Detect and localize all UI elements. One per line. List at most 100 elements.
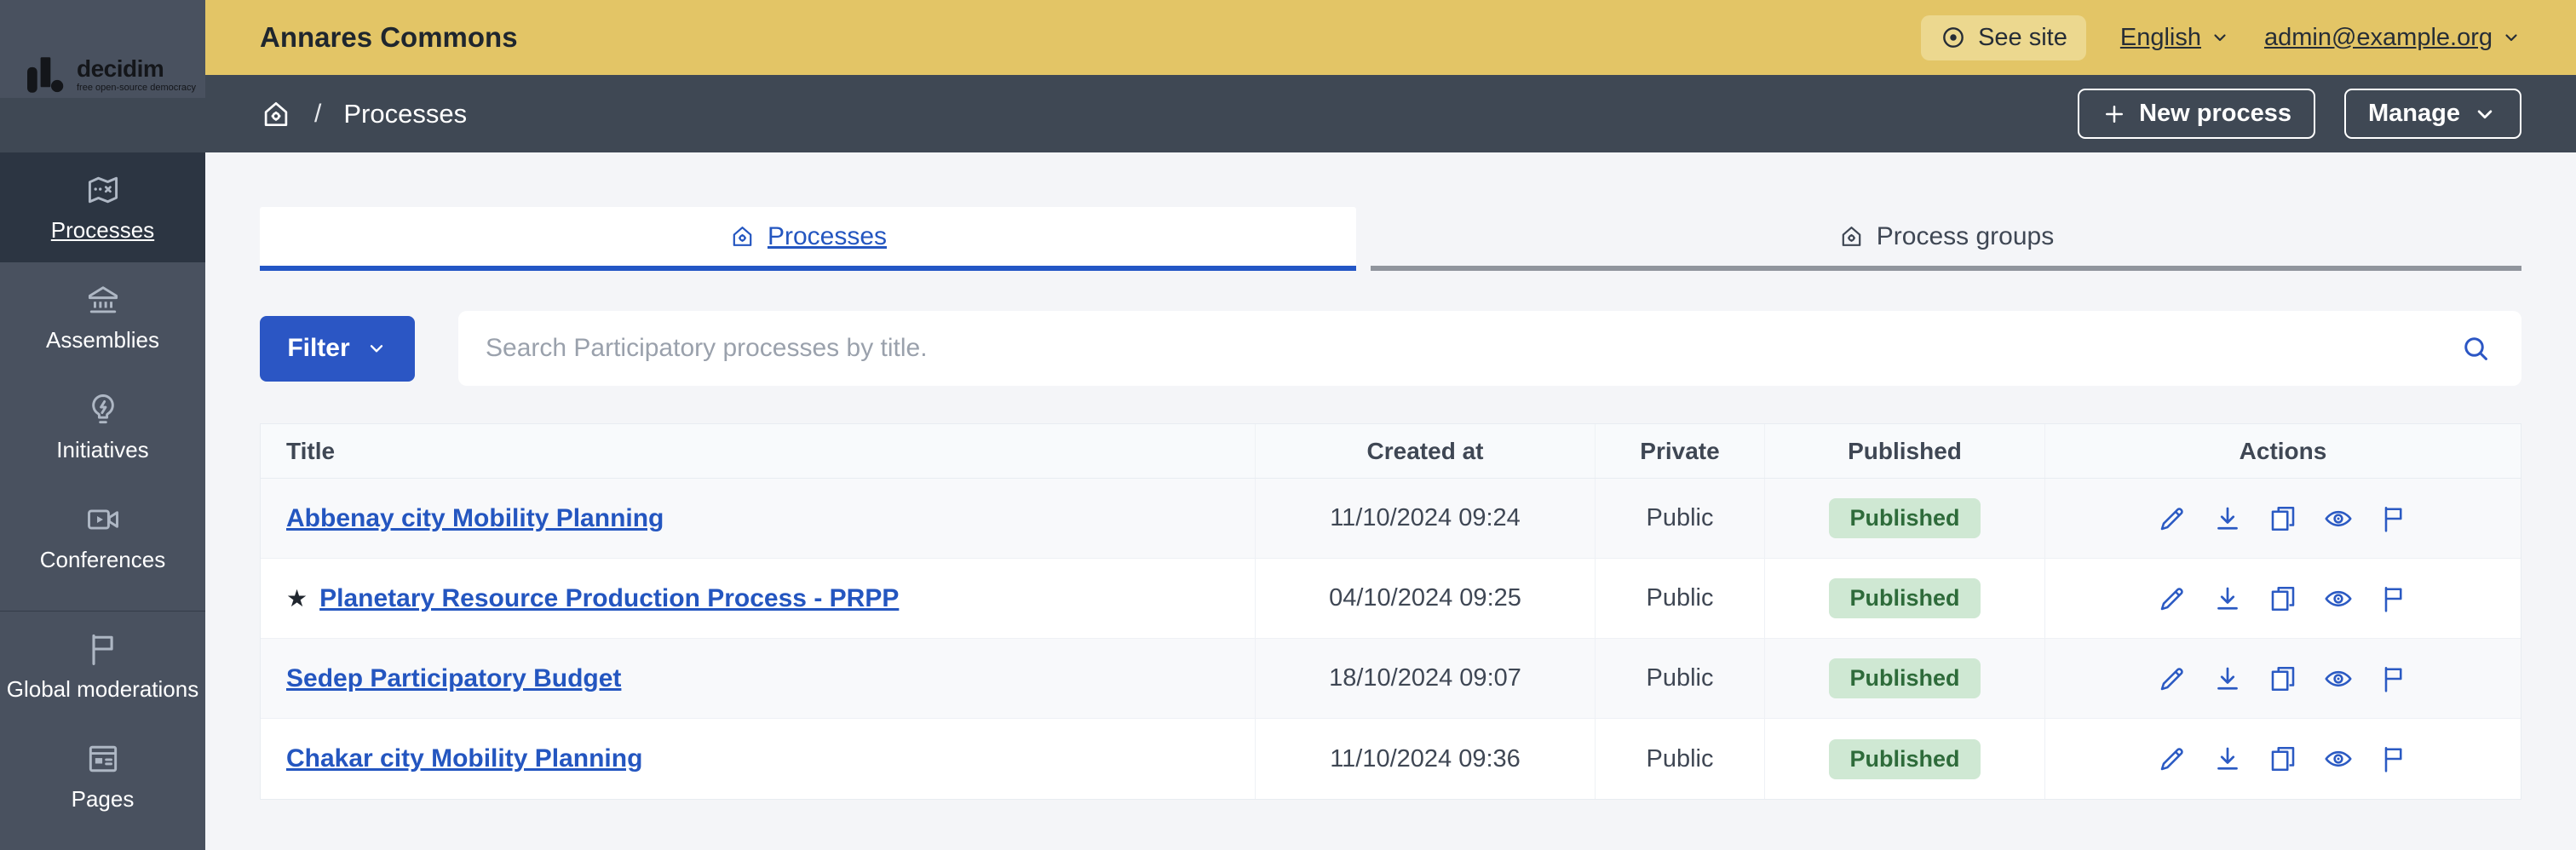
duplicate-icon[interactable] [2268, 503, 2298, 534]
tab-bar: Processes Process groups [260, 207, 2521, 271]
process-title-link[interactable]: Chakar city Mobility Planning [286, 744, 642, 773]
column-header-published: Published [1764, 424, 2044, 478]
download-icon[interactable] [2212, 583, 2243, 614]
private-value: Public [1646, 504, 1714, 531]
language-dropdown[interactable]: English [2120, 24, 2230, 52]
decidim-logo-icon [27, 57, 72, 93]
private-value: Public [1646, 744, 1714, 772]
manage-button[interactable]: Manage [2344, 89, 2521, 139]
process-title-link[interactable]: Planetary Resource Production Process - … [319, 584, 899, 613]
manage-label: Manage [2368, 100, 2460, 127]
sidebar-item-label: Conferences [39, 547, 166, 572]
decidim-logo: decidim free open-source democracy [27, 57, 196, 93]
see-site-eye-icon [1940, 24, 1967, 51]
duplicate-icon[interactable] [2268, 744, 2298, 774]
column-header-created-at: Created at [1255, 424, 1595, 478]
bank-icon [84, 281, 122, 319]
status-badge: Published [1829, 498, 1981, 538]
preview-eye-icon[interactable] [2323, 663, 2354, 694]
logo-tagline: free open-source democracy [77, 83, 197, 93]
account-label: admin@example.org [2263, 23, 2493, 51]
chevron-down-icon [365, 337, 388, 359]
account-dropdown[interactable]: admin@example.org [2264, 24, 2521, 52]
main-content: Processes Process groups Filter Title Cr… [205, 152, 2576, 850]
edit-pencil-icon[interactable] [2157, 663, 2188, 694]
search-input[interactable] [458, 311, 2521, 386]
chevron-down-icon [2472, 101, 2498, 127]
admin-sidebar: decidim free open-source democracy Proce… [0, 0, 205, 850]
home-gear-icon[interactable] [260, 98, 292, 130]
column-header-actions: Actions [2044, 424, 2521, 478]
table-row: Abbenay city Mobility Planning 11/10/202… [261, 479, 2521, 559]
sidebar-item-label: Global moderations [6, 676, 199, 702]
sidebar-item-label: Processes [50, 217, 155, 243]
chevron-down-icon [2501, 27, 2521, 48]
process-title-link[interactable]: Sedep Participatory Budget [286, 664, 621, 693]
tab-label: Processes [767, 221, 888, 250]
column-header-title: Title [286, 437, 336, 464]
private-value: Public [1646, 664, 1714, 692]
download-icon[interactable] [2212, 503, 2243, 534]
chevron-down-icon [2210, 27, 2230, 48]
moderation-flag-icon[interactable] [2378, 663, 2409, 694]
see-site-button[interactable]: See site [1921, 14, 2086, 60]
subbar: / Processes New process Manage [205, 75, 2576, 152]
download-icon[interactable] [2212, 663, 2243, 694]
status-badge: Published [1829, 578, 1981, 618]
breadcrumb: / Processes [260, 98, 467, 130]
moderation-flag-icon[interactable] [2378, 744, 2409, 774]
download-icon[interactable] [2212, 744, 2243, 774]
search-icon[interactable] [2460, 333, 2491, 364]
processes-table: Title Created at Private Published Actio… [260, 423, 2521, 800]
created-at-value: 18/10/2024 09:07 [1329, 664, 1521, 692]
map-icon [84, 171, 122, 209]
preview-eye-icon[interactable] [2323, 583, 2354, 614]
sidebar-item-conferences[interactable]: Conferences [0, 482, 205, 592]
pages-icon [84, 740, 122, 778]
see-site-label: See site [1978, 23, 2067, 51]
edit-pencil-icon[interactable] [2157, 503, 2188, 534]
sidebar-item-label: Initiatives [56, 437, 149, 462]
tab-process-groups[interactable]: Process groups [1371, 207, 2521, 271]
created-at-value: 11/10/2024 09:24 [1330, 504, 1521, 531]
sidebar-item-pages[interactable]: Pages [0, 721, 205, 831]
created-at-value: 11/10/2024 09:36 [1330, 744, 1521, 772]
sidebar-item-label: Pages [71, 786, 135, 812]
sidebar-item-assemblies[interactable]: Assemblies [0, 262, 205, 372]
tab-label: Process groups [1876, 221, 2055, 250]
lightbulb-icon [84, 391, 122, 428]
process-title-link[interactable]: Abbenay city Mobility Planning [286, 504, 664, 533]
edit-pencil-icon[interactable] [2157, 583, 2188, 614]
star-icon: ★ [286, 585, 308, 612]
home-gear-icon [1838, 223, 1865, 250]
logo-block: decidim free open-source democracy [0, 0, 205, 98]
new-process-button[interactable]: New process [2078, 89, 2316, 139]
duplicate-icon[interactable] [2268, 583, 2298, 614]
column-header-private: Private [1595, 424, 1764, 478]
moderation-flag-icon[interactable] [2378, 503, 2409, 534]
table-row: ★ Planetary Resource Production Process … [261, 559, 2521, 639]
preview-eye-icon[interactable] [2323, 744, 2354, 774]
flag-icon [84, 630, 122, 668]
private-value: Public [1646, 584, 1714, 612]
preview-eye-icon[interactable] [2323, 503, 2354, 534]
duplicate-icon[interactable] [2268, 663, 2298, 694]
plus-icon [2102, 101, 2127, 127]
edit-pencil-icon[interactable] [2157, 744, 2188, 774]
sidebar-item-global-moderations[interactable]: Global moderations [0, 612, 205, 721]
breadcrumb-separator: / [314, 99, 322, 128]
home-gear-icon [729, 223, 756, 250]
table-row: Chakar city Mobility Planning 11/10/2024… [261, 719, 2521, 799]
moderation-flag-icon[interactable] [2378, 583, 2409, 614]
video-icon [84, 501, 122, 538]
sidebar-item-processes[interactable]: Processes [0, 152, 205, 262]
site-title: Annares Commons [260, 21, 518, 53]
sidebar-item-initiatives[interactable]: Initiatives [0, 372, 205, 482]
filter-button[interactable]: Filter [260, 315, 415, 382]
created-at-value: 04/10/2024 09:25 [1329, 584, 1521, 612]
topbar: Annares Commons See site English admin@e… [205, 0, 2576, 75]
breadcrumb-page: Processes [343, 98, 468, 129]
sidebar-strip [0, 98, 205, 152]
tab-processes[interactable]: Processes [260, 207, 1356, 271]
status-badge: Published [1829, 738, 1981, 779]
